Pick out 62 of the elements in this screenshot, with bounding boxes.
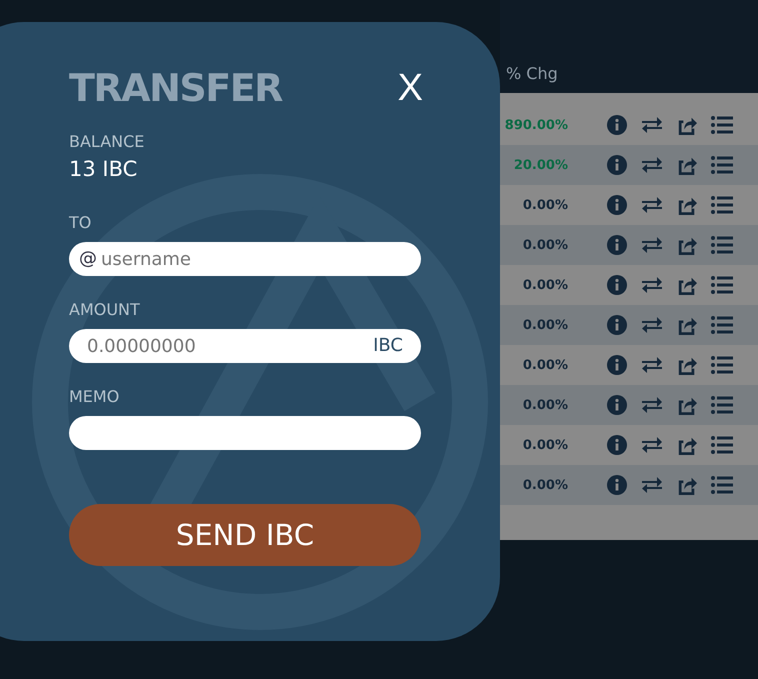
share-icon[interactable]	[676, 475, 698, 495]
dialog-title: TRANSFER	[69, 66, 282, 110]
at-sign: @	[79, 247, 97, 271]
swap-arrows-icon[interactable]	[641, 435, 663, 455]
send-button[interactable]: SEND IBC	[69, 504, 421, 566]
percent-change: 890.00%	[504, 118, 568, 132]
share-icon[interactable]	[676, 195, 698, 215]
percent-change: 0.00%	[522, 238, 568, 252]
list-icon[interactable]	[711, 475, 733, 495]
column-header: % Chg	[506, 64, 558, 83]
info-icon[interactable]	[606, 235, 628, 255]
share-icon[interactable]	[676, 315, 698, 335]
share-icon[interactable]	[676, 275, 698, 295]
list-icon[interactable]	[711, 115, 733, 135]
swap-arrows-icon[interactable]	[641, 115, 663, 135]
swap-arrows-icon[interactable]	[641, 155, 663, 175]
list-icon[interactable]	[711, 235, 733, 255]
balance-label: BALANCE	[69, 132, 146, 151]
swap-arrows-icon[interactable]	[641, 195, 663, 215]
swap-arrows-icon[interactable]	[641, 475, 663, 495]
balance-value: 13 IBC	[69, 157, 138, 181]
info-icon[interactable]	[606, 315, 628, 335]
list-icon[interactable]	[711, 275, 733, 295]
list-icon[interactable]	[711, 395, 733, 415]
list-icon[interactable]	[711, 435, 733, 455]
info-icon[interactable]	[606, 435, 628, 455]
share-icon[interactable]	[676, 115, 698, 135]
list-icon[interactable]	[711, 315, 733, 335]
share-icon[interactable]	[676, 435, 698, 455]
percent-change: 0.00%	[522, 398, 568, 412]
percent-change: 0.00%	[522, 438, 568, 452]
percent-change: 0.00%	[522, 478, 568, 492]
percent-change: 0.00%	[522, 278, 568, 292]
info-icon[interactable]	[606, 395, 628, 415]
swap-arrows-icon[interactable]	[641, 315, 663, 335]
list-icon[interactable]	[711, 195, 733, 215]
percent-change: 0.00%	[522, 198, 568, 212]
amount-label: AMOUNT	[69, 300, 141, 319]
percent-change: 0.00%	[522, 358, 568, 372]
percent-change: 0.00%	[522, 318, 568, 332]
info-icon[interactable]	[606, 355, 628, 375]
info-icon[interactable]	[606, 115, 628, 135]
swap-arrows-icon[interactable]	[641, 395, 663, 415]
list-icon[interactable]	[711, 355, 733, 375]
to-label: TO	[69, 213, 92, 232]
share-icon[interactable]	[676, 395, 698, 415]
percent-change: 20.00%	[512, 158, 568, 172]
currency-unit: IBC	[373, 334, 403, 358]
info-icon[interactable]	[606, 475, 628, 495]
info-icon[interactable]	[606, 195, 628, 215]
memo-field[interactable]	[69, 416, 421, 450]
info-icon[interactable]	[606, 155, 628, 175]
close-button[interactable]: X	[398, 66, 423, 110]
share-icon[interactable]	[676, 235, 698, 255]
share-icon[interactable]	[676, 355, 698, 375]
list-icon[interactable]	[711, 155, 733, 175]
swap-arrows-icon[interactable]	[641, 235, 663, 255]
memo-label: MEMO	[69, 387, 120, 406]
swap-arrows-icon[interactable]	[641, 275, 663, 295]
share-icon[interactable]	[676, 155, 698, 175]
info-icon[interactable]	[606, 275, 628, 295]
swap-arrows-icon[interactable]	[641, 355, 663, 375]
